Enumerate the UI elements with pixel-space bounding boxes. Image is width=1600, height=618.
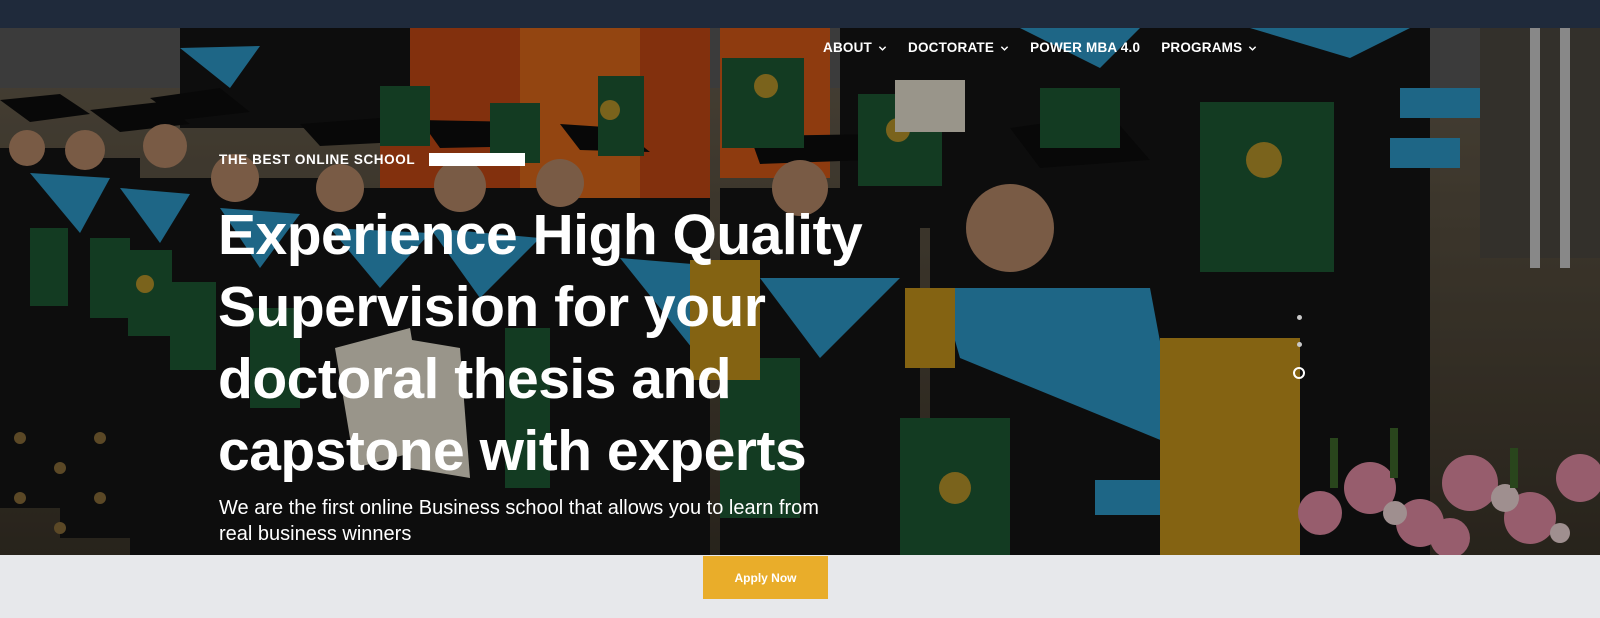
slider-dot-2[interactable] (1296, 342, 1302, 347)
subtitle-line: We are the first online Business school … (219, 497, 819, 519)
headline-line: capstone with experts (218, 419, 807, 483)
nav-item-label: PROGRAMS (1161, 40, 1243, 55)
nav-item-label: DOCTORATE (908, 40, 995, 55)
chevron-down-icon (1000, 45, 1009, 51)
main-nav: ABOUT DOCTORATE POWER MBA 4.0 PROGRAMS (823, 40, 1278, 55)
hero-eyebrow: THE BEST ONLINE SCHOOL (219, 152, 526, 167)
slider-pagination (1292, 315, 1306, 401)
slider-dot-1[interactable] (1296, 315, 1302, 320)
nav-item-doctorate[interactable]: DOCTORATE (908, 40, 1009, 55)
nav-item-label: ABOUT (823, 40, 872, 55)
headline-line: doctoral thesis and (218, 347, 732, 411)
hero-headline: Experience High Quality Supervision for … (218, 199, 918, 487)
subtitle-line: real business winners (219, 523, 412, 545)
headline-line: Supervision for your (218, 275, 766, 339)
chevron-down-icon (878, 45, 887, 51)
chevron-down-icon (1249, 45, 1257, 51)
slider-dot-3-active[interactable] (1293, 367, 1305, 379)
nav-item-label: POWER MBA 4.0 (1030, 40, 1141, 55)
nav-item-power-mba[interactable]: POWER MBA 4.0 (1030, 40, 1140, 55)
eyebrow-divider (429, 153, 526, 166)
apply-now-button[interactable]: Apply Now (703, 556, 828, 599)
hero-subtitle: We are the first online Business school … (219, 495, 939, 547)
nav-item-programs[interactable]: PROGRAMS (1161, 40, 1257, 55)
headline-line: Experience High Quality (218, 203, 863, 267)
top-bar (0, 0, 1600, 28)
nav-item-about[interactable]: ABOUT (823, 40, 887, 55)
hero-banner: ABOUT DOCTORATE POWER MBA 4.0 PROGRAMS T… (0, 28, 1600, 555)
eyebrow-text: THE BEST ONLINE SCHOOL (219, 152, 416, 167)
